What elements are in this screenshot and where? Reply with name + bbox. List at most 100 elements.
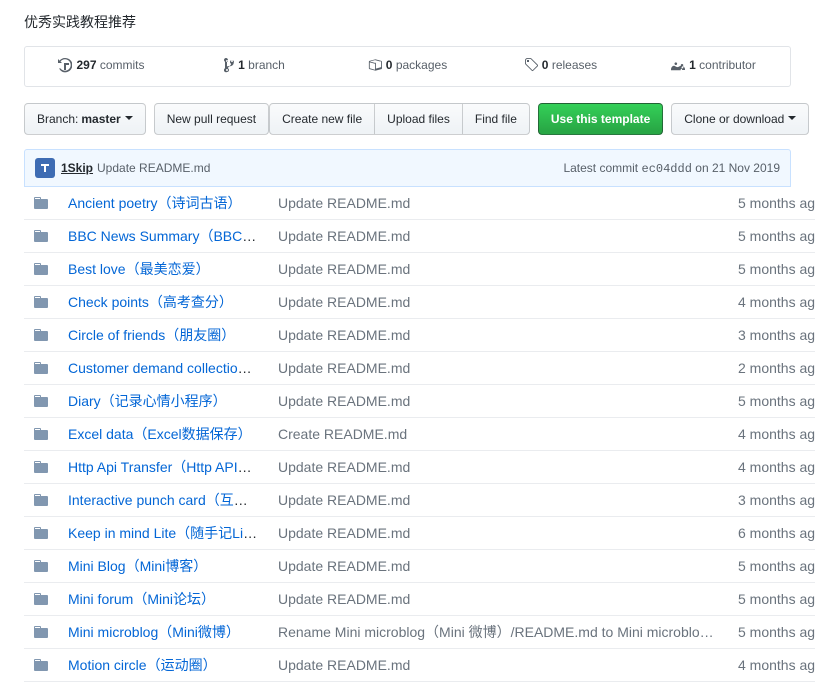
file-age: 4 months ago — [728, 286, 815, 319]
find-file-button[interactable]: Find file — [462, 103, 530, 135]
folder-link[interactable]: Mini microblog（Mini微博） — [68, 624, 240, 640]
commit-message-link[interactable]: Update README.md — [278, 459, 410, 475]
clone-download-button[interactable]: Clone or download — [671, 103, 809, 135]
commit-message-link[interactable]: Update README.md — [278, 558, 410, 574]
file-age: 5 months ago — [728, 253, 815, 286]
create-new-file-button[interactable]: Create new file — [269, 103, 375, 135]
row-icon-cell — [24, 550, 58, 583]
folder-link[interactable]: Keep in mind Lite（随手记Lite小... — [68, 525, 268, 541]
folder-icon — [34, 393, 48, 409]
author-avatar[interactable] — [35, 158, 55, 178]
commits-count: 297 — [76, 58, 96, 72]
folder-link[interactable]: BBC News Summary（BBC新闻摘... — [68, 228, 268, 244]
commit-author-link[interactable]: 1Skip — [61, 161, 93, 175]
clone-label: Clone or download — [684, 109, 784, 129]
caret-down-icon — [788, 116, 796, 124]
folder-icon — [34, 492, 48, 508]
row-icon-cell — [24, 352, 58, 385]
branches-link[interactable]: 1 branch — [224, 57, 285, 73]
commit-message-link[interactable]: Update README.md — [278, 525, 410, 541]
history-icon — [58, 57, 72, 73]
releases-label: releases — [552, 58, 597, 72]
table-row: Excel data（Excel数据保存） Create README.md 4 m… — [24, 418, 815, 451]
row-icon-cell — [24, 319, 58, 352]
branch-name: master — [81, 109, 120, 129]
folder-link[interactable]: Customer demand collection（客... — [68, 360, 268, 376]
folder-icon — [34, 426, 48, 442]
table-row: Mini Blog（Mini博客） Update README.md 5 month… — [24, 550, 815, 583]
releases-link[interactable]: 0 releases — [524, 57, 597, 73]
table-row: Mini microblog（Mini微博） Rename Mini microb… — [24, 616, 815, 649]
folder-link[interactable]: Check points（高考查分） — [68, 294, 233, 310]
folder-link[interactable]: Motion circle（运动圈） — [68, 657, 217, 673]
folder-icon — [34, 624, 48, 640]
commit-message-link[interactable]: Update README.md — [278, 195, 410, 211]
commit-message-link[interactable]: Update README.md — [97, 161, 210, 175]
branches-label: branch — [248, 58, 285, 72]
commit-message-link[interactable]: Update README.md — [278, 360, 410, 376]
files-table: Ancient poetry（诗词古语） Update README.md 5 mo… — [24, 187, 815, 682]
branch-icon — [224, 57, 234, 73]
commits-link[interactable]: 297 commits — [58, 57, 144, 73]
commit-message-link[interactable]: Update README.md — [278, 591, 410, 607]
folder-link[interactable]: Mini forum（Mini论坛） — [68, 591, 215, 607]
packages-link[interactable]: 0 packages — [368, 57, 447, 73]
folder-link[interactable]: Diary（记录心情小程序） — [68, 393, 227, 409]
latest-commit-prefix: Latest commit — [563, 161, 638, 175]
folder-icon — [34, 657, 48, 673]
branch-select-button[interactable]: Branch:master — [24, 103, 146, 135]
tag-icon — [524, 57, 538, 73]
branches-count: 1 — [238, 58, 245, 72]
new-pull-request-button[interactable]: New pull request — [154, 103, 269, 135]
use-template-button[interactable]: Use this template — [538, 103, 663, 135]
commit-message-link[interactable]: Update README.md — [278, 393, 410, 409]
folder-link[interactable]: Interactive punch card（互动打... — [68, 492, 268, 508]
folder-link[interactable]: Mini Blog（Mini博客） — [68, 558, 207, 574]
folder-link[interactable]: Http Api Transfer（Http API调用） — [68, 459, 268, 475]
releases-count: 0 — [542, 58, 549, 72]
commit-message-link[interactable]: Update README.md — [278, 657, 410, 673]
commits-label: commits — [100, 58, 145, 72]
table-row: Interactive punch card（互动打... Update READ… — [24, 484, 815, 517]
row-icon-cell — [24, 385, 58, 418]
row-icon-cell — [24, 583, 58, 616]
commit-message-link[interactable]: Rename Mini microblog（Mini 微博）/README.md… — [278, 624, 728, 640]
folder-link[interactable]: Excel data（Excel数据保存） — [68, 426, 252, 442]
table-row: Mini forum（Mini论坛）Update README.md5 mont… — [24, 583, 815, 616]
table-row: Best love（最美恋爱） Update README.md 5 months … — [24, 253, 815, 286]
file-age: 3 months ago — [728, 319, 815, 352]
commit-date: on 21 Nov 2019 — [695, 161, 780, 175]
commit-message-link[interactable]: Update README.md — [278, 327, 410, 343]
commit-message-link[interactable]: Update README.md — [278, 294, 410, 310]
folder-link[interactable]: Ancient poetry（诗词古语） — [68, 195, 242, 211]
folder-link[interactable]: Best love（最美恋爱） — [68, 261, 210, 277]
file-age: 5 months ago — [728, 385, 815, 418]
commit-message-link[interactable]: Update README.md — [278, 261, 410, 277]
upload-files-button[interactable]: Upload files — [374, 103, 463, 135]
row-icon-cell — [24, 517, 58, 550]
folder-icon — [34, 525, 48, 541]
contributors-link[interactable]: 1 contributor — [671, 57, 756, 73]
file-age: 5 months ago — [728, 550, 815, 583]
file-age: 4 months ago — [728, 451, 815, 484]
file-age: 4 months ago — [728, 418, 815, 451]
folder-icon — [34, 195, 48, 211]
people-icon — [671, 57, 685, 73]
latest-commit-bar: 1Skip Update README.md Latest commit ec0… — [24, 149, 791, 187]
file-age: 2 months ago — [728, 352, 815, 385]
table-row: Diary（记录心情小程序） Update README.md 5 months a… — [24, 385, 815, 418]
row-icon-cell — [24, 253, 58, 286]
commit-message-link[interactable]: Create README.md — [278, 426, 407, 442]
commit-sha-link[interactable]: ec04ddd — [642, 162, 692, 176]
folder-link[interactable]: Circle of friends（朋友圈） — [68, 327, 235, 343]
file-age: 5 months ago — [728, 220, 815, 253]
table-row: Check points（高考查分） Update README.md 4 mont… — [24, 286, 815, 319]
table-row: BBC News Summary（BBC新闻摘... Update README.… — [24, 220, 815, 253]
row-icon-cell — [24, 220, 58, 253]
packages-label: packages — [396, 58, 447, 72]
commit-message-link[interactable]: Update README.md — [278, 492, 410, 508]
table-row: Motion circle（运动圈）Update README.md4 mont… — [24, 649, 815, 682]
folder-icon — [34, 591, 48, 607]
folder-icon — [34, 459, 48, 475]
commit-message-link[interactable]: Update README.md — [278, 228, 410, 244]
